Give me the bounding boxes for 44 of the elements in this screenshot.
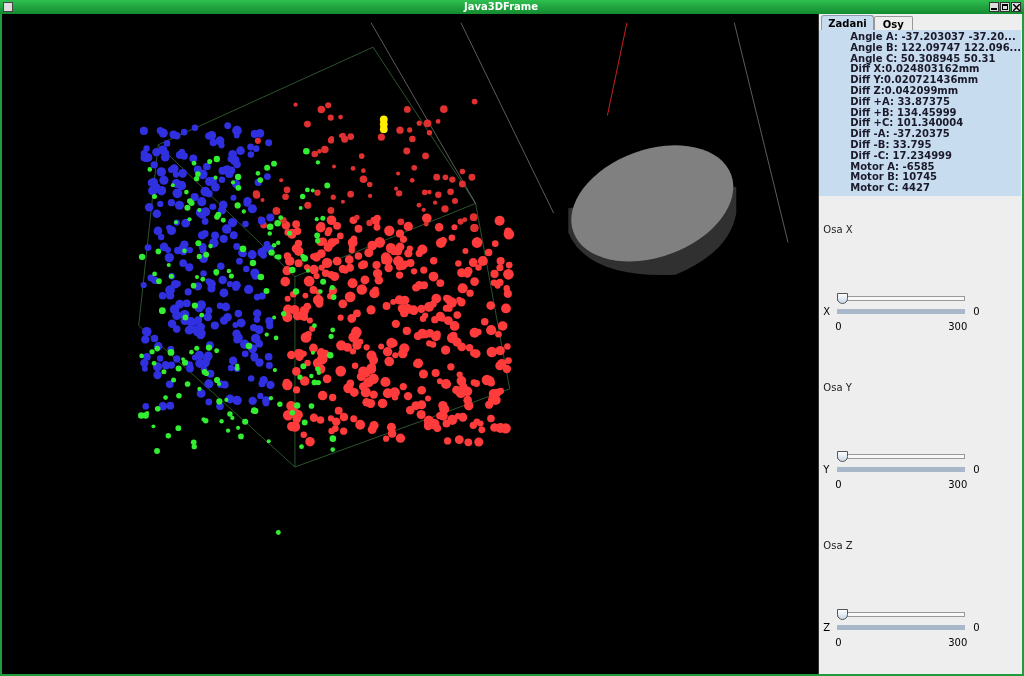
- info-line: Diff -C: 17.234999: [850, 150, 954, 162]
- slider[interactable]: [837, 609, 966, 620]
- slider-thumb[interactable]: [837, 293, 849, 304]
- slider-thumb[interactable]: [837, 609, 849, 620]
- minimize-button[interactable]: [989, 2, 999, 12]
- info-line: Angle C: 50.308945 50.31: [850, 53, 997, 65]
- slider[interactable]: [837, 451, 966, 462]
- info-line: Diff Y:0.020721436mm: [850, 75, 980, 86]
- info-line: Motor A: -6585: [850, 161, 936, 172]
- tab[interactable]: Zadani: [821, 15, 874, 30]
- tab[interactable]: Osy: [873, 16, 913, 30]
- scale-min: 0: [835, 320, 842, 334]
- info-line: Diff Z:0.042099mm: [850, 86, 960, 97]
- axis-label: Z: [823, 621, 832, 635]
- info-line: Diff X:0.024803162mm: [850, 64, 981, 75]
- axis-heading: Osa X: [823, 223, 854, 237]
- scale-min: 0: [835, 636, 842, 650]
- axis-label: Y: [823, 463, 831, 477]
- info-line: Diff -B: 33.795: [850, 139, 933, 151]
- info-line: Diff +A: 33.87375: [850, 96, 951, 108]
- info-line: Diff +C: 101.340004: [850, 118, 965, 129]
- info-line: Motor B: 10745: [850, 172, 939, 183]
- scale-max: 300: [948, 320, 968, 334]
- slider-value: 0: [973, 463, 980, 477]
- scale-min: 0: [835, 478, 842, 492]
- app-icon: [3, 2, 13, 12]
- scale-max: 300: [948, 636, 968, 650]
- axis-label: X: [823, 305, 832, 319]
- slider-value: 0: [973, 621, 980, 635]
- window-title: Java3DFrame: [462, 0, 540, 14]
- scale-max: 300: [948, 478, 968, 492]
- info-line: Diff -A: -37.20375: [850, 129, 951, 140]
- close-icon: [1012, 3, 1020, 11]
- slider[interactable]: [837, 293, 966, 304]
- slider-thumb[interactable]: [837, 451, 849, 462]
- slider-value: 0: [973, 305, 980, 319]
- info-line: Angle A: -37.203037 -37.20...: [850, 32, 1016, 43]
- info-line: Motor C: 4427: [850, 183, 931, 194]
- info-line: Diff +B: 134.45999: [850, 107, 958, 118]
- axis-heading: Osa Y: [823, 381, 853, 395]
- close-button[interactable]: [1011, 2, 1021, 12]
- maximize-button[interactable]: [1000, 2, 1010, 12]
- info-line: Angle B: 122.09747 122.096...: [850, 42, 1021, 54]
- axis-heading: Osa Z: [823, 539, 854, 553]
